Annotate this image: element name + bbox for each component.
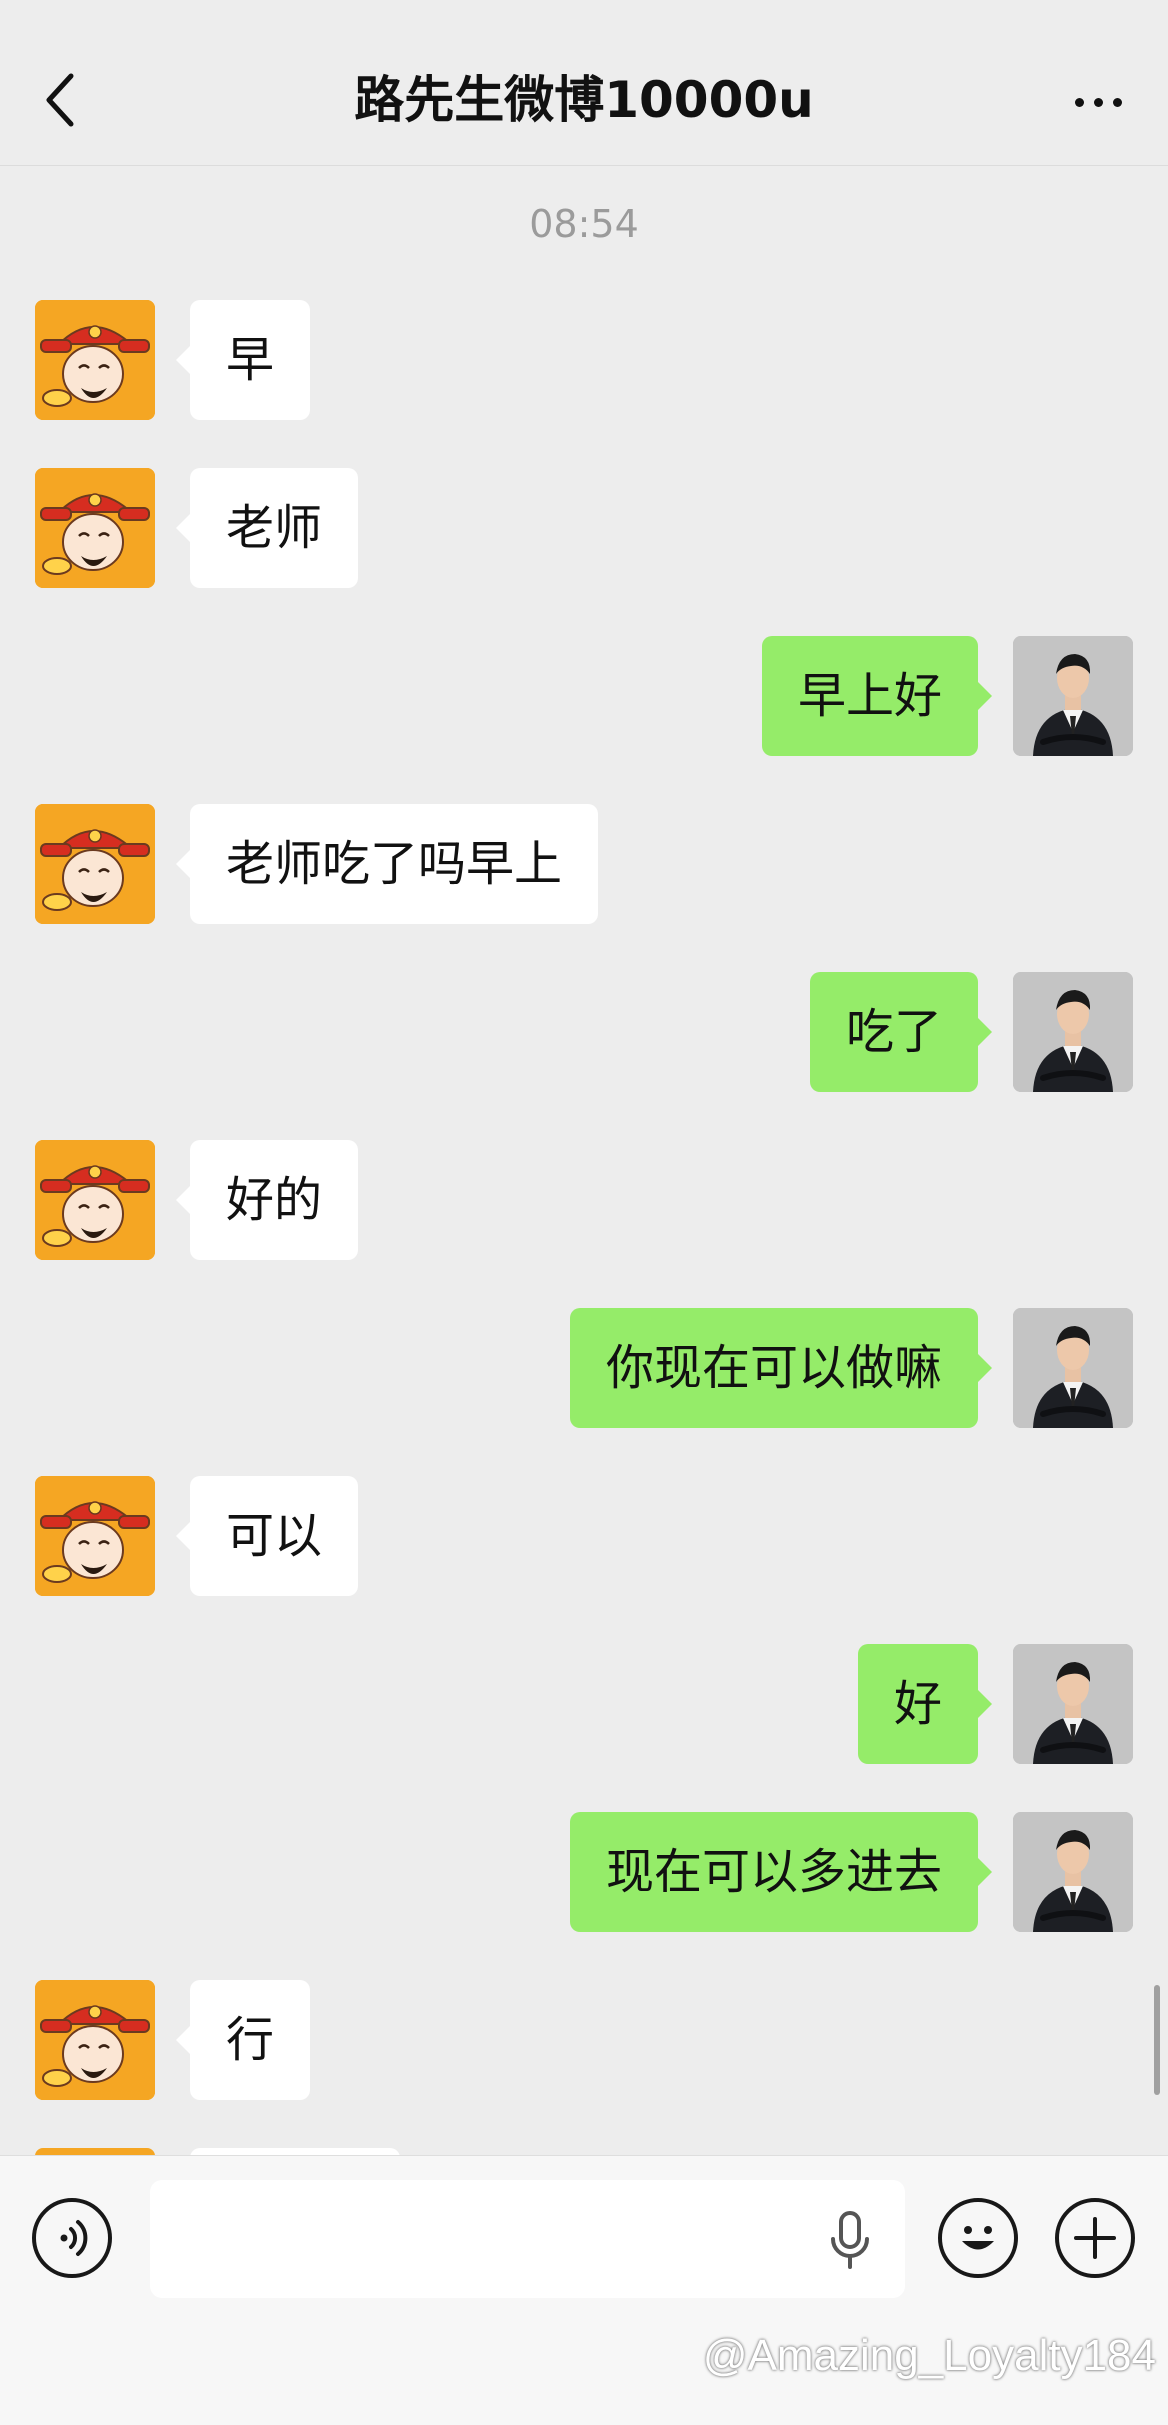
- message-bubble[interactable]: 可以: [175, 1476, 359, 1596]
- incoming-message: 早: [0, 300, 1168, 420]
- my-avatar[interactable]: [1013, 636, 1133, 756]
- my-avatar[interactable]: [1013, 1644, 1133, 1764]
- chat-header: 路先生微博10000u: [0, 0, 1168, 166]
- message-bubble[interactable]: 老师吃了吗早上: [175, 804, 599, 924]
- incoming-message: 老师吃了吗早上: [0, 804, 1168, 924]
- incoming-message: 可以: [0, 1476, 1168, 1596]
- emoji-icon: [962, 2226, 994, 2250]
- voice-icon: [60, 2220, 88, 2256]
- message-bubble[interactable]: 老师: [175, 468, 359, 588]
- contact-avatar[interactable]: [35, 1476, 155, 1596]
- contact-avatar[interactable]: [35, 300, 155, 420]
- contact-avatar[interactable]: [35, 1140, 155, 1260]
- my-avatar[interactable]: [1013, 972, 1133, 1092]
- message-bubble[interactable]: 行: [175, 1980, 311, 2100]
- contact-avatar[interactable]: [35, 468, 155, 588]
- my-avatar[interactable]: [1013, 1812, 1133, 1932]
- outgoing-message: 你现在可以做嘛: [0, 1308, 1168, 1428]
- outgoing-message: 早上好: [0, 636, 1168, 756]
- chat-title: 路先生微博10000u: [354, 71, 814, 129]
- incoming-message: 行: [0, 1980, 1168, 2100]
- plus-button[interactable]: [1055, 2198, 1135, 2278]
- incoming-message: 老师: [0, 468, 1168, 588]
- message-timestamp: 08:54: [529, 202, 639, 246]
- message-bubble[interactable]: 早: [175, 300, 311, 420]
- message-bubble[interactable]: 现在可以多进去: [569, 1812, 993, 1932]
- contact-avatar[interactable]: [35, 804, 155, 924]
- more-dots-icon: [1074, 97, 1084, 107]
- incoming-message: 好的: [0, 1140, 1168, 1260]
- plus-icon: [1074, 2217, 1116, 2259]
- watermark: @Amazing_Loyalty184: [702, 2331, 1156, 2380]
- more-button[interactable]: [1068, 82, 1128, 122]
- outgoing-message: 吃了: [0, 972, 1168, 1092]
- emoji-button[interactable]: [938, 2198, 1018, 2278]
- message-bubble[interactable]: 你现在可以做嘛: [569, 1308, 993, 1428]
- message-bubble[interactable]: 好的: [175, 1140, 359, 1260]
- my-avatar[interactable]: [1013, 1308, 1133, 1428]
- outgoing-message: 好: [0, 1644, 1168, 1764]
- message-bubble[interactable]: 吃了: [809, 972, 993, 1092]
- message-input[interactable]: [150, 2180, 905, 2298]
- microphone-icon[interactable]: [826, 2209, 874, 2273]
- outgoing-message: 现在可以多进去: [0, 1812, 1168, 1932]
- message-bubble[interactable]: 早上好: [761, 636, 993, 756]
- message-bubble[interactable]: 好: [857, 1644, 993, 1764]
- scrollbar[interactable]: [1154, 1985, 1160, 2095]
- voice-button[interactable]: [32, 2198, 112, 2278]
- contact-avatar[interactable]: [35, 1980, 155, 2100]
